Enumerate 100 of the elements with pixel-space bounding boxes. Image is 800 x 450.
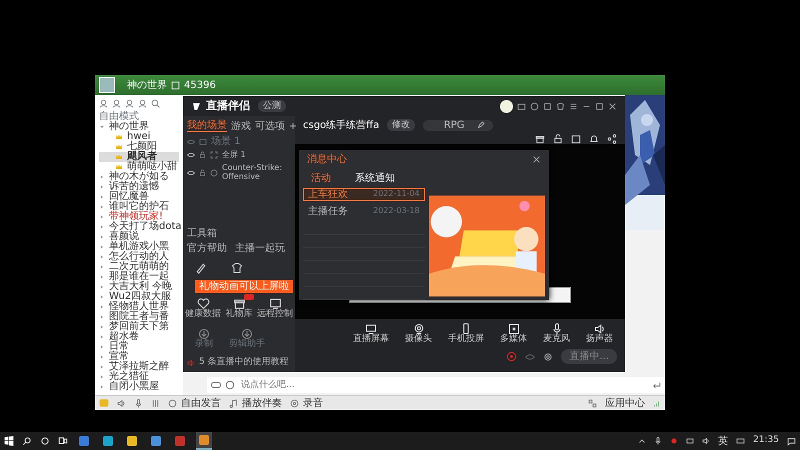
record-icon[interactable] (290, 398, 299, 408)
channel-item[interactable]: 喜颜说 (109, 232, 139, 242)
heart-icon[interactable] (196, 297, 210, 310)
message-row[interactable]: 上车狂欢 2022-11-04 (303, 188, 425, 201)
channel-item[interactable]: 超水卷 (109, 332, 139, 342)
chat-input[interactable]: 说点什么吧... (239, 379, 648, 391)
channel-item[interactable]: 大吉大利 今晚 (109, 282, 172, 292)
equalizer-icon[interactable] (151, 398, 160, 408)
channel-item[interactable]: 光之猎征 (109, 372, 149, 382)
channel-item[interactable]: 梦回前天下第 (109, 322, 169, 332)
control-label[interactable]: 手机投屏 (448, 335, 484, 345)
volume-icon[interactable] (702, 437, 710, 445)
screen-icon[interactable] (365, 323, 377, 336)
media-icon[interactable] (508, 323, 520, 336)
bottom-bar-item[interactable]: 播放伴奏 (242, 398, 282, 408)
clock[interactable]: 21:35 (753, 436, 779, 446)
channel-item[interactable]: 今天打了场dota (109, 222, 182, 232)
chat-field[interactable]: 说点什么吧... (207, 377, 665, 393)
unlock-icon[interactable] (553, 134, 563, 144)
bell-icon[interactable] (589, 134, 599, 144)
channel-item[interactable]: 怎么行动的人 (109, 252, 169, 262)
member-name[interactable]: 萌萌哒小甜 (127, 162, 177, 172)
source-item[interactable]: 全屏 1 (222, 151, 288, 160)
close-icon[interactable] (532, 155, 541, 164)
tool-label[interactable]: 远程控制 (257, 310, 293, 320)
scene-tab[interactable]: 我的场景 (187, 120, 227, 132)
tool-label[interactable]: 健康数据 (185, 310, 221, 320)
lock-icon[interactable] (199, 151, 206, 160)
person-icon[interactable] (99, 99, 108, 108)
channel-item[interactable]: 艾泽拉斯之醉 (109, 362, 169, 372)
menu-icon[interactable] (569, 102, 578, 110)
source-item[interactable]: Counter-Strike: Offensive (222, 164, 288, 182)
clothes-icon[interactable] (231, 262, 243, 274)
phone-icon[interactable] (460, 323, 472, 336)
edit-button[interactable]: 修改 (387, 119, 416, 131)
channel-item[interactable]: 自闭小黑屋 (109, 382, 159, 392)
channel-item[interactable]: 图院王者与番 (109, 312, 169, 322)
task-view-icon[interactable] (58, 436, 68, 446)
channel-item[interactable]: 神の木が如る (109, 172, 169, 182)
toolbox-link[interactable]: 官方帮助 (187, 243, 227, 254)
bottom-bar-item[interactable]: 自由发言 (181, 398, 221, 408)
speaker-icon[interactable] (594, 323, 606, 336)
tutorial-link[interactable]: 5 条直播中的使用教程 (199, 358, 289, 368)
add-icon[interactable] (289, 122, 297, 130)
grid-icon[interactable] (588, 398, 597, 408)
channel-item[interactable]: 诉苦的遗憾 (109, 182, 159, 192)
member-name[interactable]: hwei (127, 132, 150, 142)
control-label[interactable]: 麦克风 (543, 335, 570, 345)
channel-item[interactable]: 带神领玩家! (109, 212, 164, 222)
settings-icon[interactable] (543, 352, 554, 362)
channel-item[interactable]: 回忆魔兽 (109, 192, 149, 202)
control-label[interactable]: 扬声器 (586, 335, 613, 345)
channel-item[interactable]: 二次元萌萌的 (109, 262, 169, 272)
close-icon[interactable] (608, 102, 617, 110)
channel-item[interactable]: 神の世界 (109, 122, 149, 132)
toolbox-link[interactable]: 主播一起玩 (235, 243, 285, 254)
download-icon[interactable] (198, 328, 210, 340)
control-label[interactable]: 多媒体 (500, 335, 527, 345)
dialog-tab[interactable]: 活动 (311, 173, 331, 184)
taskbar-app[interactable] (196, 432, 212, 450)
member-name[interactable]: 七颜阳 (127, 142, 157, 152)
bottom-bar-item[interactable]: 录音 (303, 398, 323, 408)
edit-icon[interactable] (477, 121, 486, 129)
maximize-icon[interactable] (595, 102, 604, 110)
lock-icon[interactable] (199, 168, 206, 177)
windows-start-icon[interactable] (4, 436, 14, 446)
microphone-icon[interactable] (654, 437, 662, 445)
circle-icon[interactable] (40, 436, 50, 446)
eye-icon[interactable] (187, 168, 195, 177)
send-icon[interactable] (652, 380, 661, 390)
channel-item[interactable]: Wu2四叔大服 (109, 292, 172, 302)
brush-icon[interactable] (195, 262, 207, 274)
app-center-link[interactable]: 应用中心 (605, 398, 645, 408)
channel-item[interactable]: 怪物猎人世界 (109, 302, 169, 312)
channel-item[interactable]: 日常 (109, 342, 129, 352)
channel-item[interactable]: 那是谁在一起 (109, 272, 169, 282)
microphone-icon[interactable] (550, 323, 562, 336)
dialog-tab[interactable]: 系统通知 (355, 173, 395, 184)
chevron-up-icon[interactable] (638, 437, 646, 445)
channel-item[interactable]: 单机游戏小黑 (109, 242, 169, 252)
version-badge[interactable]: 公测 (258, 100, 286, 112)
expanded-arrow-icon[interactable] (99, 124, 105, 130)
user-avatar[interactable] (500, 100, 513, 112)
ime-indicator[interactable]: 英 (718, 436, 728, 446)
share-icon[interactable] (607, 134, 617, 144)
scene-tab[interactable]: 游戏 (231, 120, 251, 132)
message-row[interactable]: 主播任务 2022-03-18 (303, 205, 425, 218)
scene-tab[interactable]: 可选项 (255, 120, 285, 132)
search-icon[interactable] (22, 436, 32, 446)
webcam-icon[interactable] (412, 323, 424, 336)
control-label[interactable]: 直播屏幕 (353, 335, 389, 345)
monitor-icon[interactable] (268, 297, 282, 310)
gift-icon[interactable] (535, 134, 545, 144)
channel-item[interactable]: 谁叫它的护石 (109, 202, 169, 212)
gift-icon[interactable] (232, 297, 246, 310)
music-icon[interactable] (229, 398, 238, 408)
channel-item[interactable]: 宣常 (109, 352, 129, 362)
control-label[interactable]: 摄像头 (405, 335, 432, 345)
record-icon[interactable] (670, 437, 678, 445)
download-icon[interactable] (241, 328, 253, 340)
